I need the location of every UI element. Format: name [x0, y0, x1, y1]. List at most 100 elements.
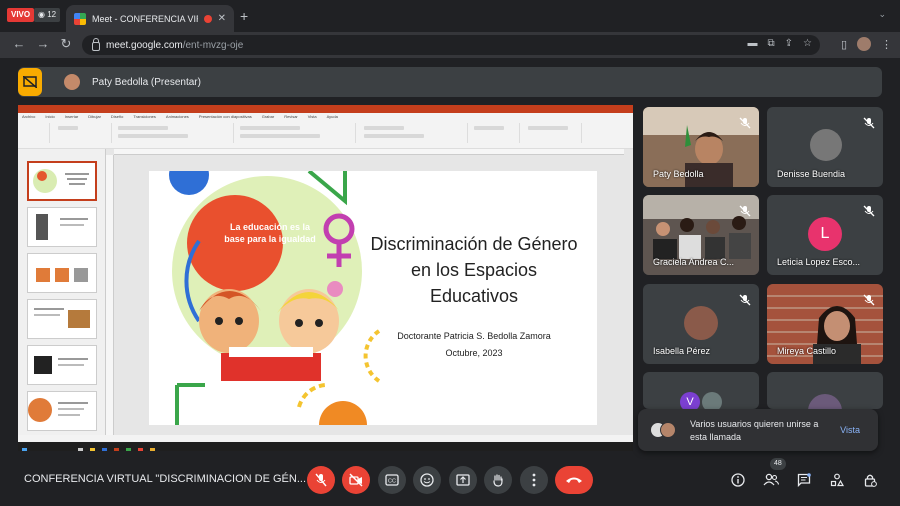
ppt-tab: Transiciones [133, 114, 156, 119]
url-text: meet.google.com/ent-mvzg-oje [106, 39, 244, 51]
hang-up-icon [566, 477, 582, 483]
lock-icon[interactable] [92, 37, 100, 51]
slide-title: Discriminación de Género en los Espacios… [370, 234, 578, 306]
forward-icon[interactable]: → [34, 36, 52, 51]
participant-tile[interactable]: Paty Bedolla [643, 107, 759, 187]
share-icon[interactable]: ⇪ [785, 38, 793, 49]
kebab-menu-icon[interactable]: ⋮ [881, 38, 892, 51]
ppt-status-bar [18, 435, 633, 442]
profile-avatar[interactable] [857, 37, 871, 51]
ppt-tab: Ayuda [326, 114, 338, 119]
people-count-badge: 48 [770, 458, 786, 470]
slide-thumbnail[interactable] [27, 161, 97, 201]
ppt-tab: Dibujar [88, 114, 101, 119]
translate-icon[interactable]: ⧉ [768, 38, 775, 49]
mic-off-icon [315, 473, 327, 487]
vertical-ruler [106, 155, 114, 435]
reload-icon[interactable]: ↻ [57, 36, 75, 52]
close-tab-icon[interactable]: ✕ [218, 13, 226, 24]
mic-off-icon [863, 294, 875, 306]
host-controls-icon[interactable] [861, 471, 879, 489]
slide-canvas[interactable]: La educación es la base para la igualdad… [149, 171, 597, 425]
participant-name: Denisse Buendia [777, 169, 846, 179]
stop-presenting-icon[interactable] [18, 68, 42, 96]
ppt-workspace: La educación es la base para la igualdad… [18, 149, 633, 435]
ppt-tab: Grabar [261, 114, 275, 119]
bookmark-star-icon[interactable]: ☆ [803, 38, 812, 49]
camera-off-icon [349, 473, 363, 487]
browser-tab-meet[interactable]: Meet - CONFERENCIA VIR ✕ [66, 5, 234, 32]
hand-icon [493, 474, 503, 487]
viewer-count: 12 [47, 10, 57, 19]
captions-icon: CC [385, 474, 399, 486]
mic-off-icon [739, 294, 751, 306]
participant-name: Isabella Pérez [653, 346, 711, 356]
participant-avatar [808, 394, 842, 409]
slide-date: Octubre, 2023 [445, 348, 503, 358]
svg-text:CC: CC [388, 479, 396, 485]
side-panel-icon[interactable]: ▯ [841, 38, 847, 51]
ppt-tab: Animaciones [165, 114, 189, 119]
participant-avatar: V [680, 392, 700, 409]
toast-message: Varios usuarios quieren unirse a esta ll… [690, 419, 819, 442]
ppt-tab: Archivo [22, 114, 36, 119]
mic-off-icon [863, 117, 875, 129]
slide-thumbnail[interactable] [27, 345, 97, 385]
activities-icon[interactable] [828, 471, 846, 489]
ppt-tab: Presentación con diapositivas [198, 114, 252, 119]
camera-toggle-button[interactable] [342, 466, 370, 494]
participant-avatar [810, 129, 842, 161]
ppt-tab: Vista [307, 114, 317, 119]
slide-author: Doctorante Patricia S. Bedolla Zamora [397, 331, 551, 341]
participant-name: Graciela Andrea C... [653, 257, 735, 267]
slide-callout: La educación es la base para la igualdad [224, 222, 316, 244]
ppt-ribbon [18, 120, 633, 149]
slide-thumbnail[interactable] [27, 207, 97, 247]
participant-name: Mireya Castillo [777, 346, 837, 356]
chevron-down-icon[interactable]: ⌄ [878, 9, 886, 20]
reactions-button[interactable] [413, 466, 441, 494]
participant-tile[interactable] [767, 372, 883, 409]
slide-thumbnails [18, 149, 106, 435]
captions-button[interactable]: CC [378, 466, 406, 494]
live-badge: VIVO [7, 8, 35, 22]
ppt-ribbon-tabs: Archivo Inicio Insertar Dibujar Diseño T… [18, 113, 633, 120]
meet-favicon-icon [74, 12, 86, 25]
meeting-details-icon[interactable] [729, 471, 747, 489]
mic-toggle-button[interactable] [307, 466, 335, 494]
join-request-toast: Varios usuarios quieren unirse a esta ll… [638, 409, 878, 451]
meeting-title: CONFERENCIA VIRTUAL "DISCRIMINACION DE G… [24, 473, 306, 485]
view-requests-link[interactable]: Vista [840, 425, 860, 435]
participant-tile[interactable]: V [643, 372, 759, 409]
participant-name: Leticia Lopez Esco... [777, 257, 861, 267]
chat-icon[interactable] [795, 471, 813, 489]
ppt-title-bar [18, 105, 633, 113]
slide-thumbnail[interactable] [27, 253, 97, 293]
participant-tile[interactable]: Denisse Buendia [767, 107, 883, 187]
camera-icon[interactable]: ▬ [748, 38, 758, 49]
leave-call-button[interactable] [555, 466, 593, 494]
participant-tile[interactable]: Isabella Pérez [643, 284, 759, 364]
present-button[interactable] [449, 466, 477, 494]
back-icon[interactable]: ← [10, 36, 28, 51]
emoji-icon [420, 473, 434, 487]
browser-toolbar: ← → ↻ meet.google.com/ent-mvzg-oje ▬ ⧉ ⇪… [0, 32, 900, 58]
mic-off-icon [739, 205, 751, 217]
more-options-button[interactable] [520, 466, 548, 494]
raise-hand-button[interactable] [484, 466, 512, 494]
slide-thumbnail[interactable] [27, 391, 97, 431]
slide-thumbnail[interactable] [27, 299, 97, 339]
people-icon[interactable] [762, 471, 780, 489]
address-bar[interactable]: meet.google.com/ent-mvzg-oje ▬ ⧉ ⇪ ☆ [82, 35, 820, 55]
recording-dot-icon [203, 14, 212, 23]
shared-screen: Archivo Inicio Insertar Dibujar Diseño T… [18, 105, 633, 451]
participant-tile[interactable]: Mireya Castillo [767, 284, 883, 364]
participant-avatar [684, 306, 718, 340]
participant-avatar: L [808, 217, 842, 251]
participant-tile[interactable]: Graciela Andrea C... [643, 195, 759, 275]
toast-avatars [650, 422, 678, 438]
viewer-count-badge: ◉ 12 [34, 8, 61, 22]
present-screen-icon [456, 474, 470, 486]
participant-tile[interactable]: L Leticia Lopez Esco... [767, 195, 883, 275]
new-tab-icon[interactable]: + [240, 8, 248, 24]
